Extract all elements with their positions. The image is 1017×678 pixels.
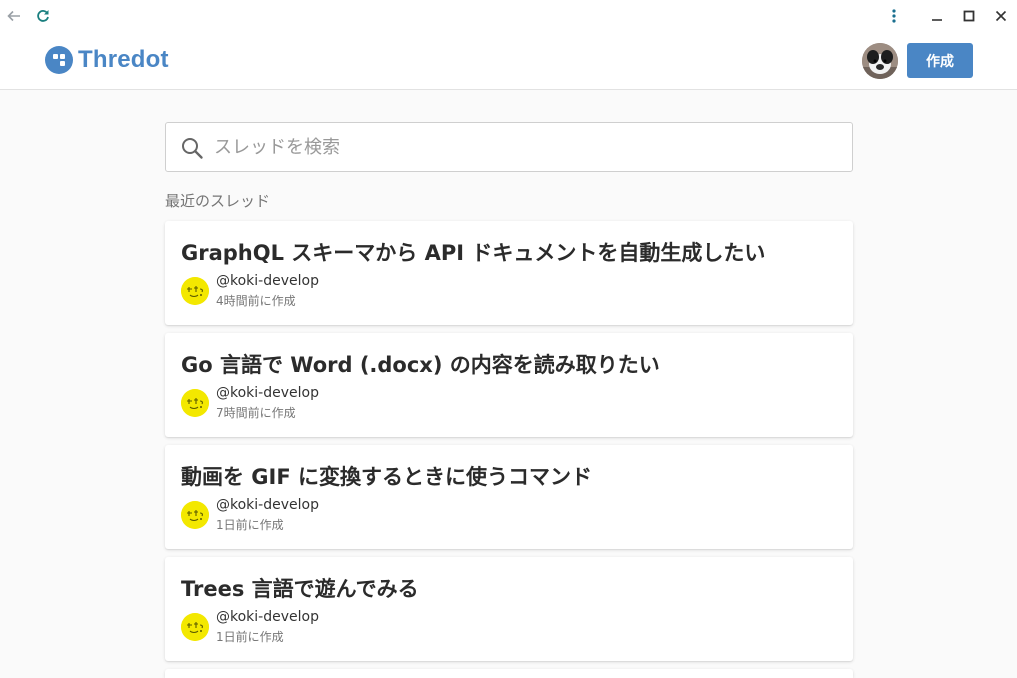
minimize-button[interactable] — [923, 0, 951, 32]
thread-author[interactable]: @koki-develop — [216, 497, 319, 513]
arrow-left-icon — [7, 10, 20, 22]
close-icon — [995, 10, 1007, 22]
thread-title[interactable]: GraphQL スキーマから API ドキュメントを自動生成したい — [181, 237, 765, 267]
thread-card[interactable]: Trees 言語で遊んでみる @koki-develop 1日前に作成 — [165, 557, 853, 661]
user-avatar[interactable] — [862, 43, 898, 79]
reload-icon — [37, 10, 49, 22]
author-avatar[interactable] — [181, 613, 209, 641]
thread-author[interactable]: @koki-develop — [216, 273, 319, 289]
thread-author[interactable]: @koki-develop — [216, 385, 319, 401]
app-name: Thredot — [78, 46, 169, 73]
close-button[interactable] — [987, 0, 1015, 32]
reload-button[interactable] — [29, 0, 57, 32]
thread-created-time: 4時間前に作成 — [216, 294, 296, 308]
thread-created-time: 7時間前に作成 — [216, 406, 296, 420]
author-avatar-icon — [181, 277, 209, 305]
author-avatar[interactable] — [181, 277, 209, 305]
kebab-menu-icon — [892, 9, 896, 23]
author-avatar-icon — [181, 613, 209, 641]
author-avatar[interactable] — [181, 501, 209, 529]
thread-author[interactable]: @koki-develop — [216, 609, 319, 625]
thread-title[interactable]: Trees 言語で遊んでみる — [181, 573, 419, 603]
app-header: Thredot 作成 — [0, 32, 1017, 90]
menu-button[interactable] — [880, 0, 908, 32]
author-avatar[interactable] — [181, 389, 209, 417]
thread-card[interactable]: 動画を GIF に変換するときに使うコマンド @koki-develop 1日前… — [165, 445, 853, 549]
thread-created-time: 1日前に作成 — [216, 518, 284, 532]
thread-title[interactable]: Go 言語で Word (.docx) の内容を読み取りたい — [181, 349, 660, 379]
app-logo[interactable]: Thredot — [45, 45, 169, 75]
author-avatar-icon — [181, 501, 209, 529]
search-icon — [182, 138, 203, 159]
back-button[interactable] — [0, 0, 28, 32]
maximize-button[interactable] — [955, 0, 983, 32]
thread-card[interactable]: Go 言語で Word (.docx) の内容を読み取りたい @koki-dev… — [165, 333, 853, 437]
thread-card-partial[interactable] — [165, 669, 853, 678]
thredot-logo-icon — [45, 46, 73, 74]
thread-created-time: 1日前に作成 — [216, 630, 284, 644]
create-button[interactable]: 作成 — [907, 43, 973, 78]
user-avatar-icon — [862, 43, 898, 79]
maximize-icon — [963, 10, 975, 22]
thread-search — [165, 122, 853, 172]
thread-card[interactable]: GraphQL スキーマから API ドキュメントを自動生成したい @koki-… — [165, 221, 853, 325]
recent-threads-title: 最近のスレッド — [165, 192, 271, 210]
author-avatar-icon — [181, 389, 209, 417]
search-input[interactable] — [214, 131, 834, 163]
minimize-icon — [932, 19, 942, 21]
window-titlebar — [0, 0, 1017, 32]
thread-title[interactable]: 動画を GIF に変換するときに使うコマンド — [181, 461, 592, 491]
